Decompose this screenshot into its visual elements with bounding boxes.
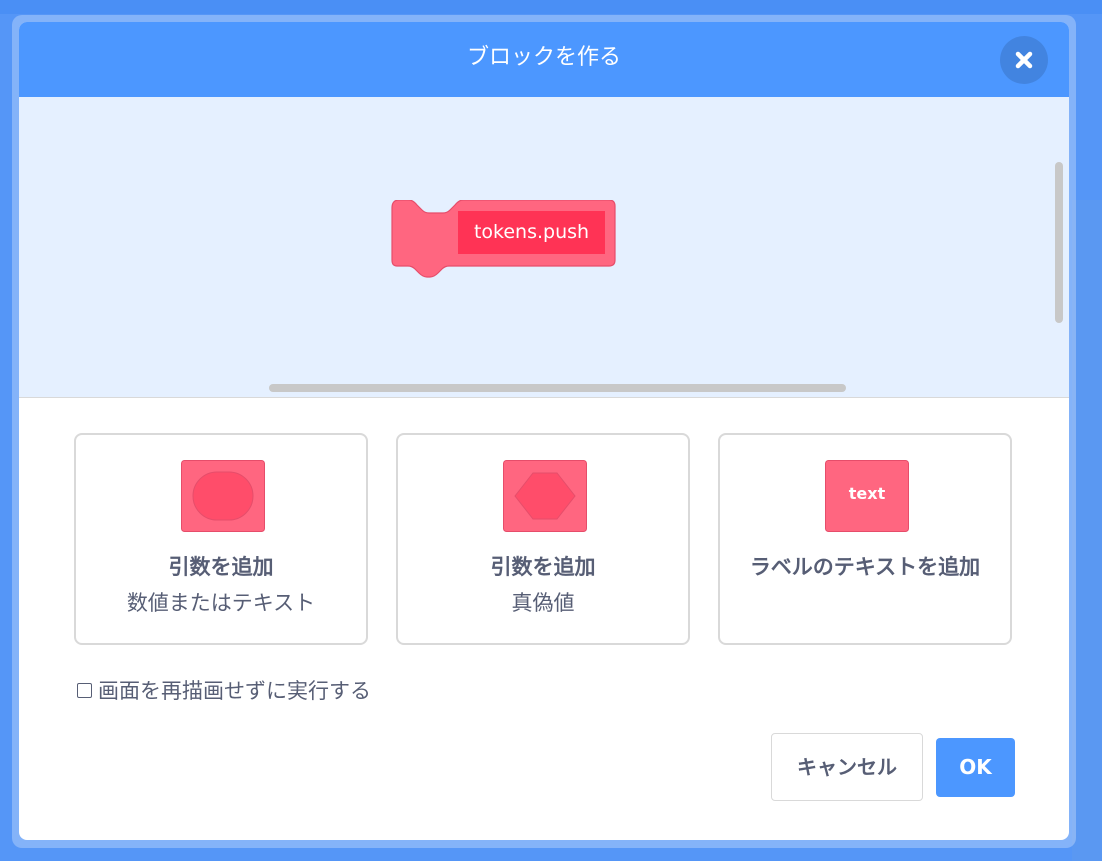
run-without-refresh-option[interactable]: 画面を再描画せずに実行する [77, 676, 371, 704]
run-without-refresh-checkbox[interactable] [77, 682, 92, 698]
block-preview-workspace: tokens.push [19, 97, 1069, 398]
close-icon [1015, 51, 1033, 69]
option-subtitle: 真偽値 [511, 591, 575, 615]
boolean-input-icon [503, 460, 587, 532]
option-title: 引数を追加 [490, 555, 596, 579]
add-input-number-text-button[interactable]: 引数を追加 数値またはテキスト [74, 433, 368, 645]
backdrop-menu-bar [0, 0, 1102, 14]
round-input-icon [181, 460, 265, 532]
text-label-icon-text: text [848, 484, 886, 503]
text-label-icon: text [825, 460, 909, 532]
block-name-input[interactable]: tokens.push [458, 211, 605, 254]
ok-button[interactable]: OK [936, 738, 1015, 797]
workspace-horizontal-scrollbar[interactable] [269, 384, 846, 392]
backdrop-stage-edge [1072, 200, 1102, 861]
close-button[interactable] [1000, 36, 1048, 84]
add-input-boolean-button[interactable]: 引数を追加 真偽値 [396, 433, 690, 645]
add-label-text-button[interactable]: text ラベルのテキストを追加 [718, 433, 1012, 645]
dialog-title: ブロックを作る [466, 45, 621, 70]
cancel-button[interactable]: キャンセル [771, 733, 923, 801]
run-without-refresh-label: 画面を再描画せずに実行する [98, 679, 371, 703]
option-title: ラベルのテキストを追加 [749, 555, 981, 579]
dialog-header: ブロックを作る [19, 22, 1069, 97]
make-block-dialog: ブロックを作る tokens.push 引数を追加 数値またはテキスト 引数を追… [19, 22, 1069, 840]
custom-block-preview: tokens.push [391, 200, 617, 280]
workspace-vertical-scrollbar[interactable] [1055, 162, 1063, 323]
option-title: 引数を追加 [168, 555, 274, 579]
option-subtitle: 数値またはテキスト [126, 591, 316, 615]
